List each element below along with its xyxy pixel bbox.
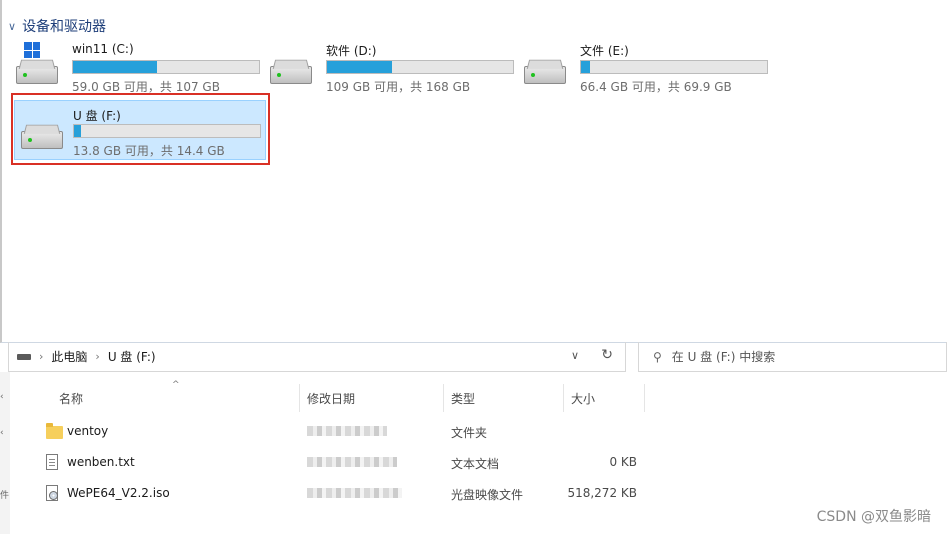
capacity-bar: [73, 124, 261, 138]
column-header-type[interactable]: 类型: [451, 384, 475, 412]
column-header-name[interactable]: 名称: [59, 384, 83, 412]
drive-e[interactable]: 文件 (E:) 66.4 GB 可用，共 69.9 GB: [518, 38, 774, 94]
capacity-text: 13.8 GB 可用，共 14.4 GB: [73, 144, 225, 158]
drive-c[interactable]: win11 (C:) 59.0 GB 可用，共 107 GB: [10, 38, 266, 94]
search-icon: ⚲: [653, 349, 662, 364]
search-input[interactable]: ⚲ 在 U 盘 (F:) 中搜索: [638, 342, 947, 372]
capacity-text: 59.0 GB 可用，共 107 GB: [72, 80, 220, 94]
watermark: CSDN @双鱼影暗: [816, 509, 931, 525]
breadcrumb-drive-f[interactable]: U 盘 (F:): [108, 348, 156, 365]
column-header-date[interactable]: 修改日期: [307, 384, 355, 412]
capacity-text: 109 GB 可用，共 168 GB: [326, 80, 471, 94]
capacity-bar: [326, 60, 514, 74]
chevron-down-icon[interactable]: ∨: [571, 349, 579, 362]
address-bar[interactable]: › 此电脑 › U 盘 (F:) ∨ ↻: [8, 342, 626, 372]
drive-name: win11 (C:): [72, 42, 134, 56]
drive-name: 软件 (D:): [326, 44, 377, 58]
chevron-right-icon[interactable]: ›: [95, 350, 99, 363]
file-type: 文本文档: [451, 457, 500, 471]
modified-date-redacted: [307, 455, 403, 469]
capacity-text: 66.4 GB 可用，共 69.9 GB: [580, 80, 732, 94]
file-name: wenben.txt: [67, 455, 135, 469]
drive-name: 文件 (E:): [580, 44, 629, 58]
text-file-icon: [46, 454, 58, 470]
file-row[interactable]: wenben.txt 文本文档 0 KB: [40, 448, 650, 476]
file-type: 光盘映像文件: [451, 488, 524, 502]
capacity-bar: [580, 60, 768, 74]
usb-drive-icon: [21, 113, 65, 153]
chevron-down-icon[interactable]: ∨: [8, 20, 16, 33]
windows-drive-icon: [16, 42, 60, 88]
column-header-size[interactable]: 大小: [571, 384, 595, 412]
file-row[interactable]: ventoy 文件夹: [40, 417, 650, 445]
disc-image-icon: [46, 485, 58, 501]
drive-d[interactable]: 软件 (D:) 109 GB 可用，共 168 GB: [264, 38, 520, 94]
file-name: WePE64_V2.2.iso: [67, 486, 170, 500]
hard-drive-icon: [524, 48, 568, 88]
chevron-right-icon[interactable]: ›: [39, 350, 43, 363]
refresh-icon[interactable]: ↻: [601, 347, 613, 363]
breadcrumb-this-pc[interactable]: 此电脑: [51, 348, 87, 365]
file-name: ventoy: [67, 424, 109, 438]
capacity-bar: [72, 60, 260, 74]
file-size: 518,272 KB: [567, 486, 637, 500]
drive-f[interactable]: U 盘 (F:) 13.8 GB 可用，共 14.4 GB: [14, 100, 266, 160]
hard-drive-icon: [270, 48, 314, 88]
drives-pane: ∨ 设备和驱动器 win11 (C:) 59.0 GB 可用，共 107 GB …: [0, 0, 947, 343]
drive-name: U 盘 (F:): [73, 109, 121, 123]
nav-pane-edge: ‹ ‹ 件: [0, 372, 10, 534]
folder-icon: [46, 423, 63, 439]
modified-date-redacted: [307, 424, 403, 438]
file-size: 0 KB: [609, 455, 637, 469]
modified-date-redacted: [307, 486, 403, 500]
computer-icon: [17, 353, 31, 360]
sort-ascending-icon: ^: [172, 380, 180, 390]
file-row[interactable]: WePE64_V2.2.iso 光盘映像文件 518,272 KB: [40, 479, 650, 507]
section-header[interactable]: ∨ 设备和驱动器: [8, 16, 106, 36]
search-placeholder: 在 U 盘 (F:) 中搜索: [671, 350, 776, 364]
file-explorer-window: ∨ 设备和驱动器 win11 (C:) 59.0 GB 可用，共 107 GB …: [0, 0, 947, 534]
section-title: 设备和驱动器: [22, 19, 107, 35]
file-type: 文件夹: [451, 426, 488, 440]
